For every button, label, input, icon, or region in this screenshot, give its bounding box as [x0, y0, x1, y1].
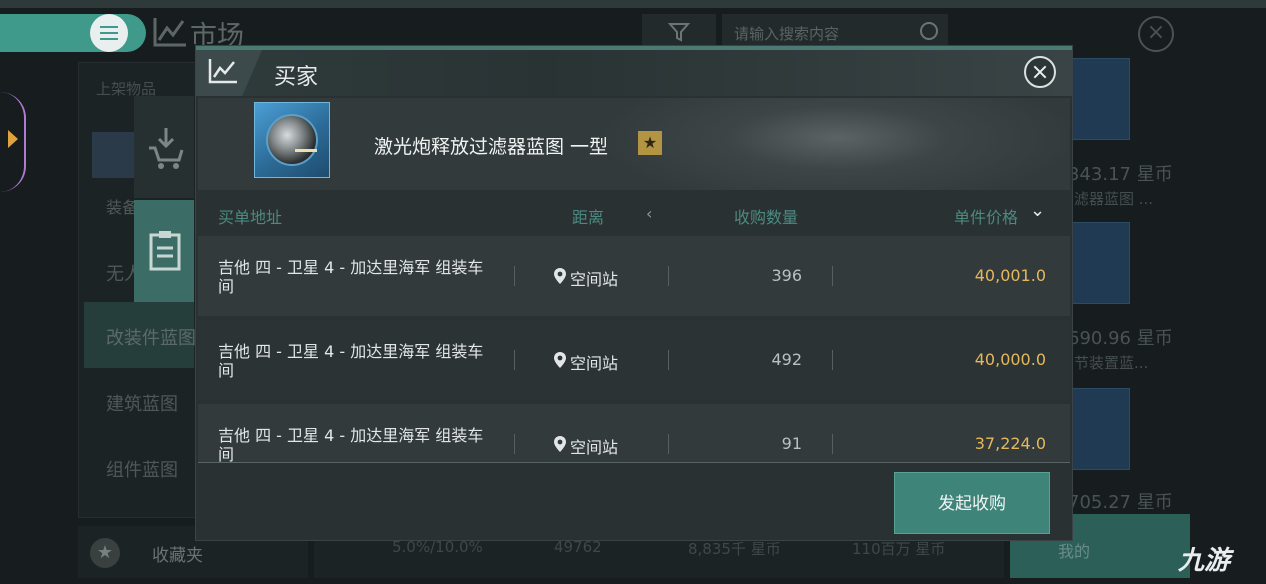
search-input[interactable]: 请输入搜索内容 [722, 14, 948, 50]
row-price: 37,224.0 [974, 434, 1046, 453]
row-price: 40,001.0 [974, 266, 1046, 285]
row-location: 吉他 四 - 卫星 4 - 加达里海军 组装车间 [218, 342, 484, 380]
location-pin-icon [554, 352, 566, 368]
market-item-card[interactable] [1068, 222, 1130, 304]
tax-rate: 5.0%/10.0% [392, 538, 483, 556]
buyer-list[interactable]: 吉他 四 - 卫星 4 - 加达里海军 组装车间 空间站 396 40,001.… [198, 236, 1070, 462]
divider [514, 266, 515, 286]
search-placeholder: 请输入搜索内容 [734, 25, 840, 43]
chevron-left-icon[interactable]: ‹ [646, 204, 652, 223]
blueprint-marker [295, 149, 317, 152]
list-divider [198, 462, 1070, 463]
favorites-label: 收藏夹 [152, 546, 203, 566]
market-close-icon[interactable]: × [1138, 16, 1174, 52]
column-address[interactable]: 买单地址 [218, 204, 282, 228]
row-distance: 空间站 [554, 350, 619, 374]
star-icon[interactable]: ★ [638, 131, 662, 155]
market-item-card[interactable] [1068, 388, 1130, 470]
chart-icon [208, 59, 237, 84]
market-item-name: 滤器蓝图 ... [1074, 190, 1154, 208]
item-name: 激光炮释放过滤器蓝图 一型 [374, 136, 609, 158]
divider [514, 434, 515, 454]
category-thumbnail [92, 132, 138, 178]
dialog-icon-box [196, 50, 262, 96]
buyers-dialog: 买家 激光炮释放过滤器蓝图 一型 ★ 买单地址 距离 ‹ 收购数量 单件价格 ⌄… [196, 46, 1072, 540]
column-distance[interactable]: 距离 [572, 204, 604, 228]
category-item-rig-blueprints[interactable]: 改装件蓝图 [106, 324, 196, 350]
category-item-component-blueprints[interactable]: 组件蓝图 [106, 456, 178, 482]
location-pin-icon [554, 436, 566, 452]
table-row[interactable]: 吉他 四 - 卫星 4 - 加达里海军 组装车间 空间站 492 40,000.… [198, 320, 1070, 400]
search-icon[interactable] [920, 22, 938, 40]
market-item-price: 690.96 星币 [1068, 328, 1173, 349]
row-distance-text: 空间站 [570, 354, 619, 373]
table-header: 买单地址 距离 ‹ 收购数量 单件价格 ⌄ [198, 196, 1070, 232]
filter-button[interactable] [642, 14, 716, 50]
row-price: 40,000.0 [974, 350, 1046, 369]
market-item-price: 705.27 星币 [1068, 492, 1173, 513]
table-row[interactable]: 吉他 四 - 卫星 4 - 加达里海军 组装车间 空间站 396 40,001.… [198, 236, 1070, 316]
row-distance: 空间站 [554, 266, 619, 290]
row-quantity: 396 [771, 266, 802, 285]
favorites-star-icon: ★ [90, 538, 120, 568]
column-price[interactable]: 单件价格 [954, 204, 1018, 228]
item-thumbnail[interactable] [254, 102, 330, 178]
menu-icon[interactable] [90, 14, 128, 52]
column-quantity[interactable]: 收购数量 [734, 204, 798, 228]
divider [514, 350, 515, 370]
orders-tab[interactable] [134, 200, 194, 302]
sell-tab[interactable] [134, 96, 194, 198]
dialog-header: 买家 [196, 50, 1072, 96]
location-pin-icon [554, 268, 566, 284]
escrow-balance: 110百万 星币 [852, 540, 946, 558]
cart-download-icon [149, 128, 184, 169]
order-count: 49762 [554, 538, 602, 556]
divider [832, 350, 833, 370]
divider [832, 434, 833, 454]
clipboard-icon [149, 231, 181, 271]
row-distance: 空间站 [554, 434, 619, 458]
wallet-balance: 8,835千 星币 [688, 540, 781, 558]
row-location: 吉他 四 - 卫星 4 - 加达里海军 组装车间 [218, 258, 484, 296]
create-buy-order-button[interactable]: 发起收购 [894, 472, 1050, 534]
filter-icon [668, 23, 690, 42]
row-quantity: 492 [771, 350, 802, 369]
top-bar [0, 0, 1266, 8]
item-banner: 激光炮释放过滤器蓝图 一型 ★ [198, 98, 1070, 190]
row-distance-text: 空间站 [570, 270, 619, 289]
market-item-price: 343.17 星币 [1068, 164, 1173, 185]
close-icon[interactable] [1024, 56, 1056, 88]
row-quantity: 91 [781, 434, 802, 453]
row-location: 吉他 四 - 卫星 4 - 加达里海军 组装车间 [218, 426, 484, 462]
market-item-name: 节装置蓝... [1074, 354, 1149, 372]
divider [832, 266, 833, 286]
chevron-down-icon[interactable]: ⌄ [1030, 200, 1045, 221]
blueprint-icon [266, 114, 318, 166]
dialog-title: 买家 [274, 65, 319, 90]
category-item-structure-blueprints[interactable]: 建筑蓝图 [106, 390, 178, 416]
market-chart-icon [153, 18, 186, 47]
watermark-logo: 九游 [1178, 546, 1231, 576]
row-distance-text: 空间站 [570, 438, 619, 457]
my-orders-label: 我的 [1058, 542, 1091, 561]
table-row[interactable]: 吉他 四 - 卫星 4 - 加达里海军 组装车间 空间站 91 37,224.0 [198, 404, 1070, 462]
drawer-arrow-icon [8, 130, 18, 148]
market-item-card[interactable] [1068, 58, 1130, 140]
